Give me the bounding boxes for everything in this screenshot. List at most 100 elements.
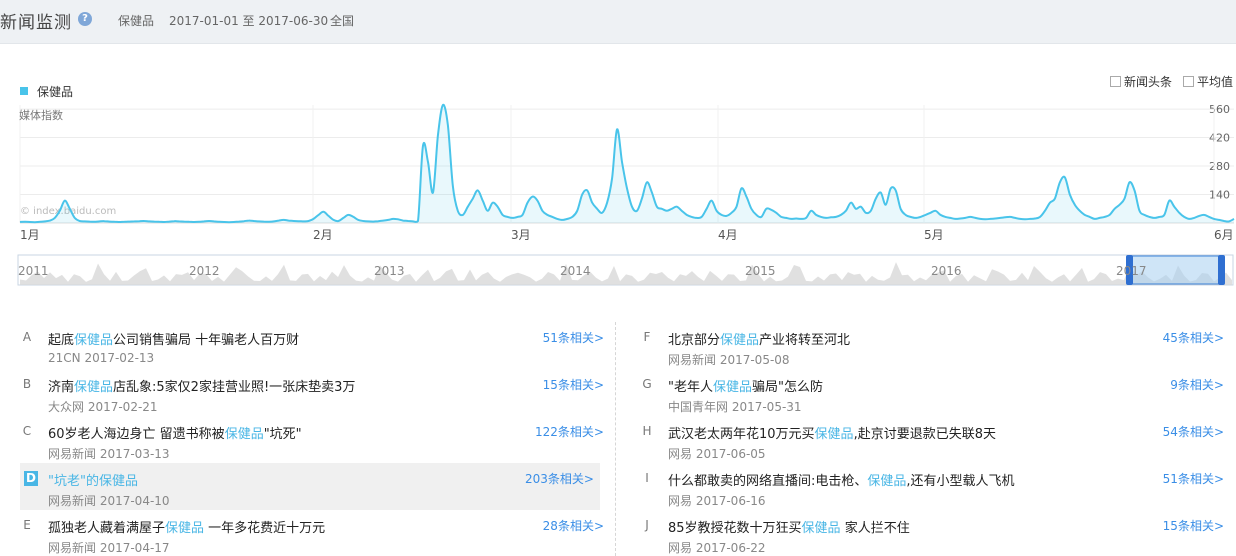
y-axis-label: 媒体指数 bbox=[19, 108, 63, 122]
news-item[interactable]: D "坑老"的保健品网易新闻 2017-04-10 203条相关> bbox=[20, 463, 600, 510]
y-tick-label: 280 bbox=[1209, 160, 1230, 173]
news-marker: A bbox=[22, 330, 32, 344]
news-headline[interactable]: 济南保健品店乱象:5家仅2家挂营业照!一张床垫卖3万 bbox=[48, 376, 355, 395]
related-count-link[interactable]: 203条相关> bbox=[525, 470, 594, 487]
related-count-link[interactable]: 9条相关> bbox=[1170, 376, 1224, 393]
headline-keyword: 保健品 bbox=[165, 521, 205, 536]
news-source: 中国青年网 2017-05-31 bbox=[668, 400, 802, 414]
news-source: 网易 2017-06-16 bbox=[668, 494, 766, 508]
news-headline[interactable]: 孤独老人藏着满屋子保健品 一年多花费近十万元 bbox=[48, 517, 325, 536]
y-tick-label: 560 bbox=[1209, 103, 1230, 116]
related-count-link[interactable]: 45条相关> bbox=[1163, 329, 1224, 346]
news-item[interactable]: E 孤独老人藏着满屋子保健品 一年多花费近十万元 网易新闻 2017-04-17 28… bbox=[20, 510, 610, 556]
headline-keyword: 保健品 bbox=[801, 521, 841, 536]
headline-keyword: 保健品 bbox=[720, 333, 760, 348]
headline-prefix: 85岁教授花数十万狂买 bbox=[668, 521, 802, 536]
news-source: 21CN 2017-02-13 bbox=[48, 351, 155, 365]
news-source: 网易 2017-06-22 bbox=[668, 541, 766, 555]
news-source: 网易新闻 2017-04-17 bbox=[48, 541, 170, 555]
related-count-link[interactable]: 51条相关> bbox=[543, 329, 604, 346]
news-headline[interactable]: 85岁教授花数十万狂买保健品 家人拦不住 bbox=[668, 517, 910, 536]
news-item[interactable]: A 起底保健品公司销售骗局 十年骗老人百万财 21CN 2017-02-13 51条相… bbox=[20, 322, 610, 369]
news-source: 网易新闻 2017-03-13 bbox=[48, 447, 170, 461]
news-source: 网易 2017-06-05 bbox=[668, 447, 766, 461]
news-marker: F bbox=[643, 330, 651, 344]
timeline-year-label: 2011 bbox=[18, 264, 49, 278]
headline-prefix: 济南 bbox=[48, 380, 75, 395]
headline-keyword: 保健品 bbox=[74, 380, 114, 395]
headline-prefix: 起底 bbox=[48, 333, 75, 348]
headline-label: 新闻头条 bbox=[1124, 75, 1173, 89]
timeline-year-label: 2014 bbox=[560, 264, 591, 278]
headline-suffix: ,还有小型载人飞机 bbox=[906, 474, 1015, 489]
headline-keyword: 保健品 bbox=[74, 333, 114, 348]
legend-swatch bbox=[20, 87, 28, 95]
headline-keyword: 保健品 bbox=[814, 427, 854, 442]
news-item[interactable]: I 什么都敢卖的网络直播间:电击枪、保健品,还有小型载人飞机 网易 2017-06-… bbox=[640, 463, 1230, 510]
news-headline[interactable]: 起底保健品公司销售骗局 十年骗老人百万财 bbox=[48, 329, 299, 348]
headline-checkbox[interactable] bbox=[1110, 76, 1121, 87]
related-count-link[interactable]: 51条相关> bbox=[1163, 470, 1224, 487]
average-checkbox[interactable] bbox=[1183, 76, 1194, 87]
news-source: 网易新闻 2017-05-08 bbox=[668, 353, 790, 367]
news-headline[interactable]: 60岁老人海边身亡 留遗书称被保健品"坑死" bbox=[48, 423, 302, 442]
timeline-year-label: 2015 bbox=[745, 264, 776, 278]
media-index-chart[interactable]: 5604202801401月 2月 3月 4月 5月 6月媒体指数© index.baid… bbox=[0, 95, 1236, 290]
x-tick-label: 4月 bbox=[718, 228, 738, 242]
news-headline[interactable]: 什么都敢卖的网络直播间:电击枪、保健品,还有小型载人飞机 bbox=[668, 470, 1015, 489]
news-headline[interactable]: "老年人保健品骗局"怎么防 bbox=[668, 376, 823, 395]
timeline-year-label: 2017 bbox=[1116, 264, 1147, 278]
question-circle-icon[interactable]: ? bbox=[78, 12, 92, 26]
timeline-year-label: 2016 bbox=[931, 264, 962, 278]
headline-keyword: 保健品 bbox=[224, 427, 264, 442]
news-item[interactable]: B 济南保健品店乱象:5家仅2家挂营业照!一张床垫卖3万 大众网 2017-02-2… bbox=[20, 369, 610, 416]
headline-prefix: 北京部分 bbox=[668, 333, 721, 348]
header-bar: 新闻监测 ? 保健品 2017-01-01 至 2017-06-30 全国 bbox=[0, 0, 1236, 44]
news-list-left: A 起底保健品公司销售骗局 十年骗老人百万财 21CN 2017-02-13 51条相… bbox=[20, 322, 610, 556]
news-item[interactable]: F 北京部分保健品产业将转至河北网易新闻 2017-05-08 45条相关> bbox=[640, 322, 1230, 369]
x-tick-label: 5月 bbox=[924, 228, 944, 242]
related-count-link[interactable]: 28条相关> bbox=[543, 517, 604, 534]
news-list-right: F 北京部分保健品产业将转至河北 网易新闻 2017-05-08 45条相关> G "老年… bbox=[640, 322, 1230, 556]
headline-prefix: 武汉老太两年花10万元买 bbox=[668, 427, 815, 442]
news-item[interactable]: G "老年人保健品骗局"怎么防 中国青年网 2017-05-31 9条相关> bbox=[640, 369, 1230, 416]
region-label: 全国 bbox=[330, 14, 355, 28]
news-item[interactable]: C 60岁老人海边身亡 留遗书称被保健品"坑死" 网易新闻 2017-03-13 12… bbox=[20, 416, 610, 463]
series-area-fill bbox=[20, 104, 1234, 223]
headline-suffix: ,赴京讨要退款已失联8天 bbox=[853, 427, 996, 442]
headline-suffix: 骗局"怎么防 bbox=[752, 380, 823, 395]
news-marker: D bbox=[24, 471, 38, 486]
headline-keyword: 保健品 bbox=[98, 474, 138, 489]
x-tick-label: 1月 bbox=[20, 228, 40, 242]
news-source: 网易新闻 2017-04-10 bbox=[48, 494, 170, 508]
headline-keyword: 保健品 bbox=[867, 474, 907, 489]
headline-prefix: 什么都敢卖的网络直播间:电击枪、 bbox=[668, 474, 868, 489]
news-headline[interactable]: "坑老"的保健品 bbox=[48, 470, 138, 489]
y-tick-label: 140 bbox=[1209, 189, 1230, 202]
timeline-handle-right[interactable] bbox=[1218, 255, 1225, 285]
related-count-link[interactable]: 15条相关> bbox=[1163, 517, 1224, 534]
related-count-link[interactable]: 122条相关> bbox=[535, 423, 604, 440]
related-count-link[interactable]: 15条相关> bbox=[543, 376, 604, 393]
timeline-year-label: 2013 bbox=[374, 264, 405, 278]
headline-toggle[interactable]: 新闻头条 bbox=[1110, 73, 1172, 90]
headline-suffix: 公司销售骗局 十年骗老人百万财 bbox=[113, 333, 300, 348]
headline-suffix: "坑死" bbox=[263, 427, 302, 442]
news-headline[interactable]: 北京部分保健品产业将转至河北 bbox=[668, 329, 850, 348]
news-item[interactable]: J 85岁教授花数十万狂买保健品 家人拦不住网易 2017-06-22 15条相关> bbox=[640, 510, 1230, 556]
headline-prefix: 60岁老人海边身亡 留遗书称被 bbox=[48, 427, 225, 442]
news-source: 大众网 2017-02-21 bbox=[48, 400, 158, 414]
headline-suffix: 家人拦不住 bbox=[840, 521, 910, 536]
news-item[interactable]: H 武汉老太两年花10万元买保健品,赴京讨要退款已失联8天网易 2017-06-0… bbox=[640, 416, 1230, 463]
news-marker: J bbox=[645, 518, 649, 532]
date-range-label: 2017-01-01 至 2017-06-30 bbox=[169, 14, 329, 28]
headline-prefix: "坑老"的 bbox=[48, 474, 99, 489]
news-marker: H bbox=[642, 424, 652, 438]
average-toggle[interactable]: 平均值 bbox=[1183, 73, 1233, 90]
headline-prefix: "老年人 bbox=[668, 380, 713, 395]
headline-suffix: 店乱象:5家仅2家挂营业照!一张床垫卖3万 bbox=[113, 380, 356, 395]
headline-keyword: 保健品 bbox=[712, 380, 752, 395]
news-headline[interactable]: 武汉老太两年花10万元买保健品,赴京讨要退款已失联8天 bbox=[668, 423, 996, 442]
headline-prefix: 孤独老人藏着满屋子 bbox=[48, 521, 166, 536]
related-count-link[interactable]: 54条相关> bbox=[1163, 423, 1224, 440]
